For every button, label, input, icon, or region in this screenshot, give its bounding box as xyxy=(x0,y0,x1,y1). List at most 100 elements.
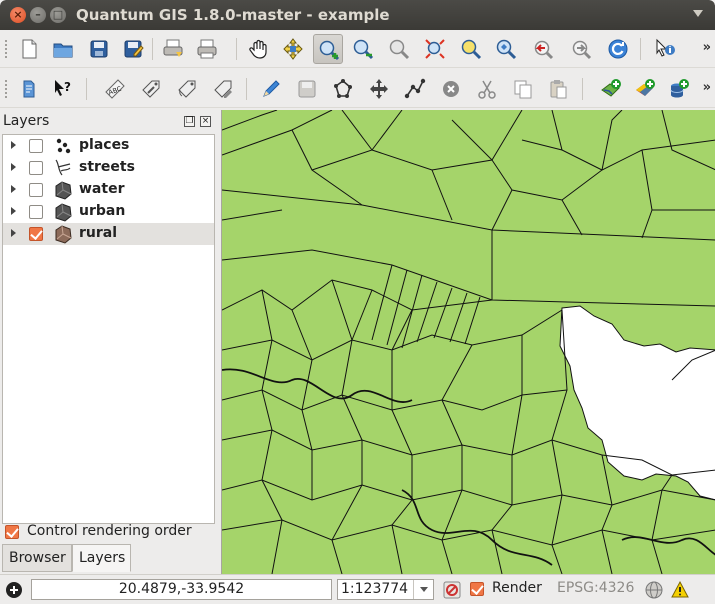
layer-name: rural xyxy=(79,225,118,241)
map-canvas[interactable] xyxy=(221,110,715,574)
print-button[interactable] xyxy=(192,34,222,64)
tab-layers[interactable]: Layers xyxy=(72,544,131,572)
copy-features-button[interactable] xyxy=(508,74,538,104)
layer-row-rural[interactable]: rural xyxy=(3,223,214,245)
panel-tabs: Browser Layers xyxy=(0,544,220,574)
layer-visibility-checkbox[interactable] xyxy=(29,161,43,175)
control-rendering-order-checkbox[interactable] xyxy=(5,525,19,539)
add-postgis-layer-icon xyxy=(670,79,689,98)
move-feature-button[interactable] xyxy=(364,74,394,104)
render-label: Render xyxy=(492,580,542,596)
close-window-button[interactable]: × xyxy=(10,7,26,23)
add-vector-layer-button[interactable] xyxy=(596,74,626,104)
toolbar-overflow-button[interactable]: » xyxy=(703,40,711,55)
layer-visibility-checkbox[interactable] xyxy=(29,183,43,197)
pan-map-button[interactable] xyxy=(244,34,274,64)
save-edits-button[interactable] xyxy=(292,74,322,104)
title-bar: × – □ Quantum GIS 1.8.0-master - example xyxy=(0,0,715,30)
toolbar-grip-handle[interactable] xyxy=(4,79,8,99)
expand-arrow-icon[interactable] xyxy=(11,185,16,193)
toolbar-grip-handle[interactable] xyxy=(4,39,8,59)
file-navigation-toolbar: » xyxy=(0,30,715,68)
layer-row-water[interactable]: water xyxy=(3,179,214,201)
layer-visibility-checkbox[interactable] xyxy=(29,205,43,219)
add-feature-button[interactable] xyxy=(328,74,358,104)
save-as-button[interactable] xyxy=(118,34,148,64)
print-composer-button[interactable] xyxy=(158,34,188,64)
delete-selected-button[interactable] xyxy=(436,74,466,104)
layer-visibility-checkbox[interactable] xyxy=(29,139,43,153)
change-label-button[interactable] xyxy=(208,74,238,104)
toolbar-separator xyxy=(236,38,237,60)
stop-render-icon[interactable] xyxy=(442,580,462,600)
refresh-icon xyxy=(608,39,628,59)
text-annotation-button[interactable] xyxy=(14,74,44,104)
zoom-to-layer-button[interactable] xyxy=(491,34,521,64)
crs-status[interactable]: EPSG:4326 xyxy=(557,580,634,596)
maximize-window-button[interactable]: □ xyxy=(50,7,66,23)
zoom-last-button[interactable] xyxy=(528,34,558,64)
zoom-to-selection-icon xyxy=(461,39,482,60)
expand-arrow-icon[interactable] xyxy=(11,229,16,237)
tab-browser[interactable]: Browser xyxy=(2,544,72,572)
cut-features-button[interactable] xyxy=(472,74,502,104)
move-label-button[interactable] xyxy=(136,74,166,104)
chevron-down-icon[interactable] xyxy=(413,580,433,599)
control-rendering-order[interactable]: Control rendering order xyxy=(3,522,215,542)
label-icon: ABC xyxy=(105,79,125,99)
layer-row-streets[interactable]: streets xyxy=(3,157,214,179)
add-postgis-layer-button[interactable] xyxy=(664,74,694,104)
warning-icon[interactable] xyxy=(670,580,690,600)
render-checkbox[interactable] xyxy=(470,582,484,596)
refresh-button[interactable] xyxy=(603,34,633,64)
minimize-window-button[interactable]: – xyxy=(30,7,46,23)
expand-arrow-icon[interactable] xyxy=(11,207,16,215)
zoom-full-button[interactable] xyxy=(420,34,450,64)
zoom-to-layer-icon xyxy=(496,39,517,60)
node-tool-icon xyxy=(404,78,426,99)
pan-to-selection-button[interactable] xyxy=(278,34,308,64)
whats-this-button[interactable]: ? xyxy=(48,74,78,104)
layer-name: urban xyxy=(79,203,126,219)
print-composer-icon xyxy=(163,39,183,57)
zoom-in-button[interactable] xyxy=(313,34,343,64)
float-panel-button[interactable]: ❐ xyxy=(184,116,195,127)
coordinates-display[interactable]: 20.4879,-33.9542 xyxy=(31,579,332,600)
rotate-label-button[interactable] xyxy=(172,74,202,104)
polygon-layer-icon xyxy=(55,203,72,222)
zoom-out-button[interactable] xyxy=(348,34,378,64)
label-tool-button[interactable]: ABC xyxy=(100,74,130,104)
save-project-button[interactable] xyxy=(84,34,114,64)
zoom-actual-size-button[interactable] xyxy=(384,34,414,64)
expand-arrow-icon[interactable] xyxy=(11,141,16,149)
scale-combobox[interactable]: 1:123774 xyxy=(337,579,434,600)
identify-features-button[interactable] xyxy=(650,34,680,64)
zoom-next-button[interactable] xyxy=(566,34,596,64)
open-project-icon xyxy=(53,43,73,58)
layer-row-places[interactable]: places xyxy=(3,135,214,157)
open-project-button[interactable] xyxy=(48,34,78,64)
rotate-label-icon xyxy=(178,80,196,98)
projection-globe-icon[interactable] xyxy=(644,580,664,600)
toolbar-overflow-button[interactable]: » xyxy=(703,80,711,95)
toggle-editing-icon xyxy=(263,80,280,97)
toolbar-separator xyxy=(246,78,247,100)
coordinate-toggle-icon[interactable] xyxy=(4,580,24,600)
node-tool-button[interactable] xyxy=(400,74,430,104)
paste-features-button[interactable] xyxy=(543,74,573,104)
scale-value: 1:123774 xyxy=(341,581,409,597)
zoom-to-selection-button[interactable] xyxy=(456,34,486,64)
identify-icon xyxy=(656,38,675,57)
window-menu-chevron-icon[interactable] xyxy=(693,10,703,17)
toggle-editing-button[interactable] xyxy=(256,74,286,104)
layer-visibility-checkbox[interactable] xyxy=(29,227,43,241)
close-panel-button[interactable]: × xyxy=(200,116,211,127)
add-raster-layer-button[interactable] xyxy=(630,74,660,104)
new-project-button[interactable] xyxy=(14,34,44,64)
control-rendering-order-label: Control rendering order xyxy=(27,523,192,539)
layer-name: streets xyxy=(79,159,135,175)
expand-arrow-icon[interactable] xyxy=(11,163,16,171)
edit-annotation-icon xyxy=(23,80,35,98)
pan-to-selection-icon xyxy=(283,38,303,60)
layer-row-urban[interactable]: urban xyxy=(3,201,214,223)
